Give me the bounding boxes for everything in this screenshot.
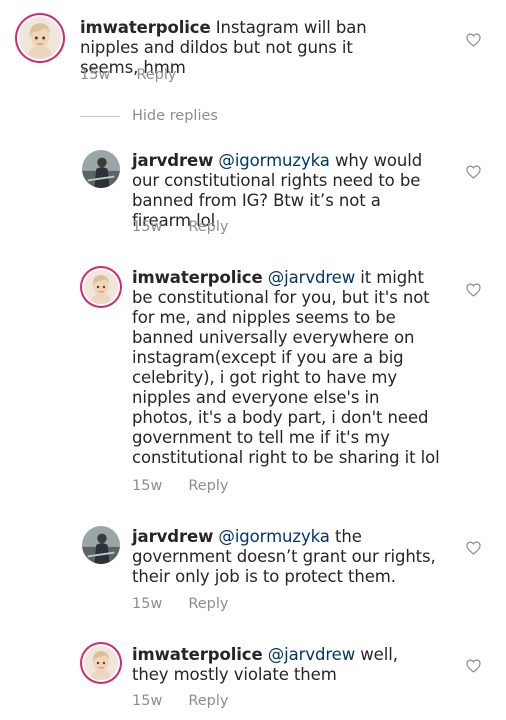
comment-meta: 15w Reply [132,692,228,710]
like-button[interactable] [466,283,481,297]
like-button[interactable] [466,659,481,673]
reply-button[interactable]: Reply [188,692,228,710]
heart-outline-icon [466,33,481,47]
heart-outline-icon [466,659,481,673]
comment-time: 15w [132,693,163,709]
comment-time: 15w [132,219,163,235]
memoji-avatar-icon [84,646,118,680]
photo-avatar-icon [82,150,120,188]
comment-meta: 15w Reply [132,595,228,613]
reply-button[interactable]: Reply [188,477,228,495]
comment-username[interactable]: imwaterpolice [132,645,263,664]
avatar-jarvdrew[interactable] [82,526,120,564]
comment-mention[interactable]: @jarvdrew [268,645,355,664]
comment-username[interactable]: jarvdrew [132,527,213,546]
comment-body: it might be constitutional for you, but … [132,268,440,467]
like-button[interactable] [466,165,481,179]
photo-avatar-icon [82,526,120,564]
comment-time: 15w [132,478,163,494]
heart-outline-icon [466,541,481,555]
comment-text: imwaterpolice @jarvdrew it might be cons… [132,268,444,468]
comment-mention[interactable]: @jarvdrew [268,268,355,287]
reply-button[interactable]: Reply [136,66,176,84]
comment-username[interactable]: imwaterpolice [132,268,263,287]
hide-replies-label[interactable]: Hide replies [132,108,218,124]
avatar-imwaterpolice[interactable] [19,17,61,59]
comment-username[interactable]: jarvdrew [132,151,213,170]
reply-button[interactable]: Reply [188,595,228,613]
like-button[interactable] [466,33,481,47]
reply-button[interactable]: Reply [188,218,228,236]
comment-meta: 15w Reply [132,218,228,236]
comment-meta: 15w Reply [80,66,176,84]
comment-text: imwaterpolice @jarvdrew well, they mostl… [132,645,437,685]
heart-outline-icon [466,283,481,297]
comment-time: 15w [132,596,163,612]
hide-replies-divider [80,115,120,117]
comment-mention[interactable]: @igormuzyka [218,151,329,170]
memoji-avatar-icon [84,270,118,304]
avatar-imwaterpolice[interactable] [84,646,118,680]
comment-meta: 15w Reply [132,477,228,495]
memoji-avatar-icon [19,17,61,59]
heart-outline-icon [466,165,481,179]
avatar-imwaterpolice[interactable] [84,270,118,304]
hide-replies-toggle[interactable]: Hide replies [80,107,218,125]
comment-time: 15w [80,67,111,83]
like-button[interactable] [466,541,481,555]
comment-mention[interactable]: @igormuzyka [218,527,329,546]
comment-text: jarvdrew @igormuzyka the government does… [132,527,437,587]
comment-username[interactable]: imwaterpolice [80,18,211,37]
avatar-jarvdrew[interactable] [82,150,120,188]
